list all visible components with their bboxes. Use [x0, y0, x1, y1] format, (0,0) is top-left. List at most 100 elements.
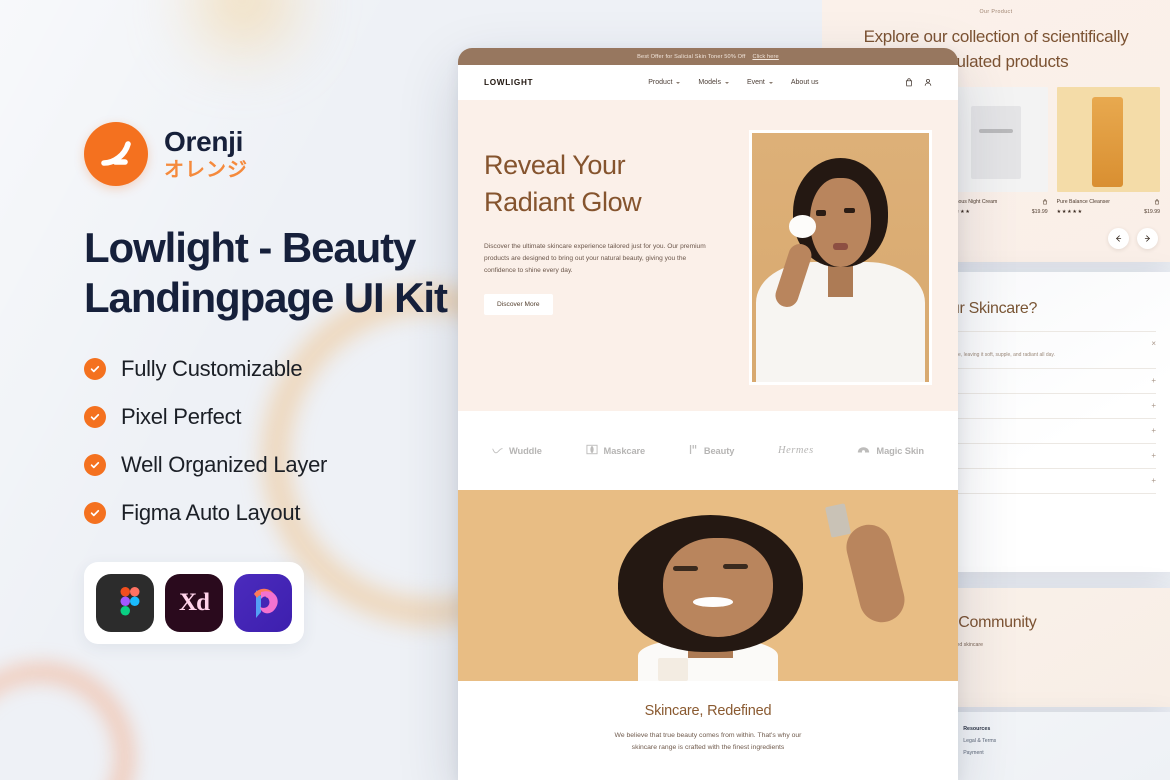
- product-heading-line1: Explore our collection of scientifically: [863, 27, 1129, 46]
- feature-label: Pixel Perfect: [121, 403, 242, 429]
- brand-name: Hermes: [778, 445, 814, 456]
- hero-title: Reveal Your Radiant Glow: [484, 147, 729, 222]
- bars-mark-icon: [689, 442, 698, 460]
- feature-item: Well Organized Layer: [84, 452, 476, 478]
- feature-label: Figma Auto Layout: [121, 499, 301, 525]
- announcement-link[interactable]: Click here: [752, 54, 778, 60]
- feature-label: Well Organized Layer: [121, 451, 328, 477]
- feature-label: Fully Customizable: [121, 355, 303, 381]
- shopping-bag-icon[interactable]: [1042, 198, 1048, 205]
- nav-item-about-us[interactable]: About us: [791, 79, 819, 86]
- closing-paragraph: We believe that true beauty comes from w…: [458, 730, 958, 754]
- brand-name: Maskcare: [603, 445, 646, 456]
- nav-item-label: Models: [698, 79, 721, 86]
- site-logo[interactable]: LOWLIGHT: [484, 78, 533, 87]
- lifestyle-photo: [458, 490, 958, 681]
- product-rating: ★★★★★: [1056, 208, 1083, 215]
- orenji-logo-icon: [84, 122, 148, 186]
- product-thumbnail: [1056, 86, 1160, 192]
- penpot-icon: [234, 573, 292, 632]
- feature-item: Fully Customizable: [84, 356, 476, 382]
- feature-item: Pixel Perfect: [84, 404, 476, 430]
- carousel-next-button[interactable]: [1137, 227, 1158, 249]
- check-circle-icon: [84, 405, 106, 428]
- shopping-bag-icon[interactable]: [1154, 198, 1160, 205]
- product-name: Luminous Night Cream: [944, 198, 998, 205]
- promo-panel: Orenji オレンジ Lowlight - Beauty Landingpag…: [84, 122, 476, 644]
- product-name: Pure Balance Cleanser: [1056, 198, 1111, 205]
- brand-logo-wuddle: Wuddle: [492, 442, 542, 460]
- background-blob-top: [178, 0, 306, 64]
- product-price: $19.99: [1031, 208, 1048, 215]
- check-circle-icon: [84, 453, 106, 476]
- brand-logo-maskcare: Maskcare: [586, 442, 646, 460]
- background-ring-small: [0, 662, 135, 780]
- chevron-down-icon: [768, 81, 773, 84]
- nav-item-label: Event: [746, 79, 765, 86]
- carousel-prev-button[interactable]: [1108, 227, 1129, 249]
- bowtie-mark-icon: [586, 442, 598, 460]
- brand-logo-magic-skin: Magic Skin: [857, 442, 924, 460]
- brand-logo-hermes: Hermes: [778, 445, 814, 456]
- hero-section: Reveal Your Radiant Glow Discover the ul…: [458, 100, 958, 411]
- brand-name-japanese: オレンジ: [164, 158, 248, 181]
- product-thumbnail: [944, 86, 1048, 192]
- nav-menu: Product Models Event About us: [648, 79, 818, 86]
- brand-name: Magic Skin: [876, 445, 924, 456]
- chevron-down-icon: [724, 81, 729, 84]
- announcement-text: Best Offer for Salicial Skin Toner 50% O…: [637, 53, 746, 60]
- brand-name: Wuddle: [509, 445, 542, 456]
- nav-item-models[interactable]: Models: [698, 79, 729, 86]
- brand-logo-beauty: Beauty: [689, 442, 734, 460]
- nav-icons: [905, 78, 932, 87]
- product-card[interactable]: Pure Balance Cleanser ★★★★★ $19.99: [1056, 86, 1160, 215]
- footer-column-resources: Resources Legal & Terms Payment: [963, 726, 996, 780]
- hero-title-line1: Reveal Your: [484, 150, 626, 180]
- cloud-mark-icon: [857, 442, 870, 460]
- brand-lockup: Orenji オレンジ: [84, 122, 476, 186]
- hero-photo: [752, 133, 929, 382]
- site-navbar: LOWLIGHT Product Models Event About us: [458, 65, 958, 100]
- announcement-bar[interactable]: Best Offer for Salicial Skin Toner 50% O…: [458, 48, 958, 65]
- check-circle-icon: [84, 357, 106, 380]
- faq-toggle-icon[interactable]: +: [1151, 376, 1156, 385]
- footer-column-title: Resources: [963, 726, 991, 732]
- hero-title-line2: Radiant Glow: [484, 187, 642, 218]
- wave-mark-icon: [492, 442, 503, 460]
- footer-link[interactable]: Payment: [963, 750, 996, 756]
- faq-toggle-icon[interactable]: ×: [1151, 339, 1156, 348]
- faq-toggle-icon[interactable]: +: [1151, 401, 1156, 410]
- shopping-bag-icon[interactable]: [905, 78, 913, 87]
- nav-item-label: About us: [790, 79, 819, 86]
- brand-name: Orenji: [164, 126, 244, 158]
- hero-paragraph: Discover the ultimate skincare experienc…: [484, 242, 706, 274]
- product-eyebrow: Our Product: [979, 9, 1013, 15]
- closing-paragraph-line2: skincare range is crafted with the fines…: [631, 743, 785, 751]
- user-account-icon[interactable]: [924, 78, 932, 87]
- chevron-down-icon: [676, 81, 681, 84]
- faq-toggle-icon[interactable]: +: [1151, 451, 1156, 460]
- closing-paragraph-line1: We believe that true beauty comes from w…: [614, 732, 802, 739]
- adobe-xd-icon: Xd: [165, 573, 223, 632]
- faq-toggle-icon[interactable]: +: [1151, 476, 1156, 485]
- tool-badges: Xd: [84, 561, 304, 644]
- feature-list: Fully Customizable Pixel Perfect Well Or…: [84, 356, 476, 526]
- hero-photo-frame: [749, 130, 932, 385]
- nav-item-label: Product: [648, 79, 673, 86]
- check-circle-icon: [84, 501, 106, 524]
- nav-item-product[interactable]: Product: [648, 79, 681, 86]
- faq-toggle-icon[interactable]: +: [1151, 426, 1156, 435]
- footer-link[interactable]: Legal & Terms: [963, 738, 996, 744]
- feature-item: Figma Auto Layout: [84, 500, 476, 526]
- closing-heading: Skincare, Redefined: [644, 703, 772, 719]
- mockup-main-page: Best Offer for Salicial Skin Toner 50% O…: [458, 48, 958, 780]
- brand-name: Beauty: [703, 445, 735, 456]
- nav-item-event[interactable]: Event: [747, 79, 773, 86]
- adobe-xd-label: Xd: [179, 588, 210, 616]
- product-card[interactable]: Luminous Night Cream ★★★★★ $19.99: [944, 86, 1048, 215]
- brand-logos-row: Wuddle Maskcare Beauty Hermes Magic Skin: [458, 411, 958, 490]
- product-price: $19.99: [1144, 208, 1160, 215]
- promo-title: Lowlight - Beauty Landingpage UI Kit: [84, 224, 448, 322]
- discover-more-button[interactable]: Discover More: [484, 294, 553, 316]
- figma-icon: [96, 573, 154, 632]
